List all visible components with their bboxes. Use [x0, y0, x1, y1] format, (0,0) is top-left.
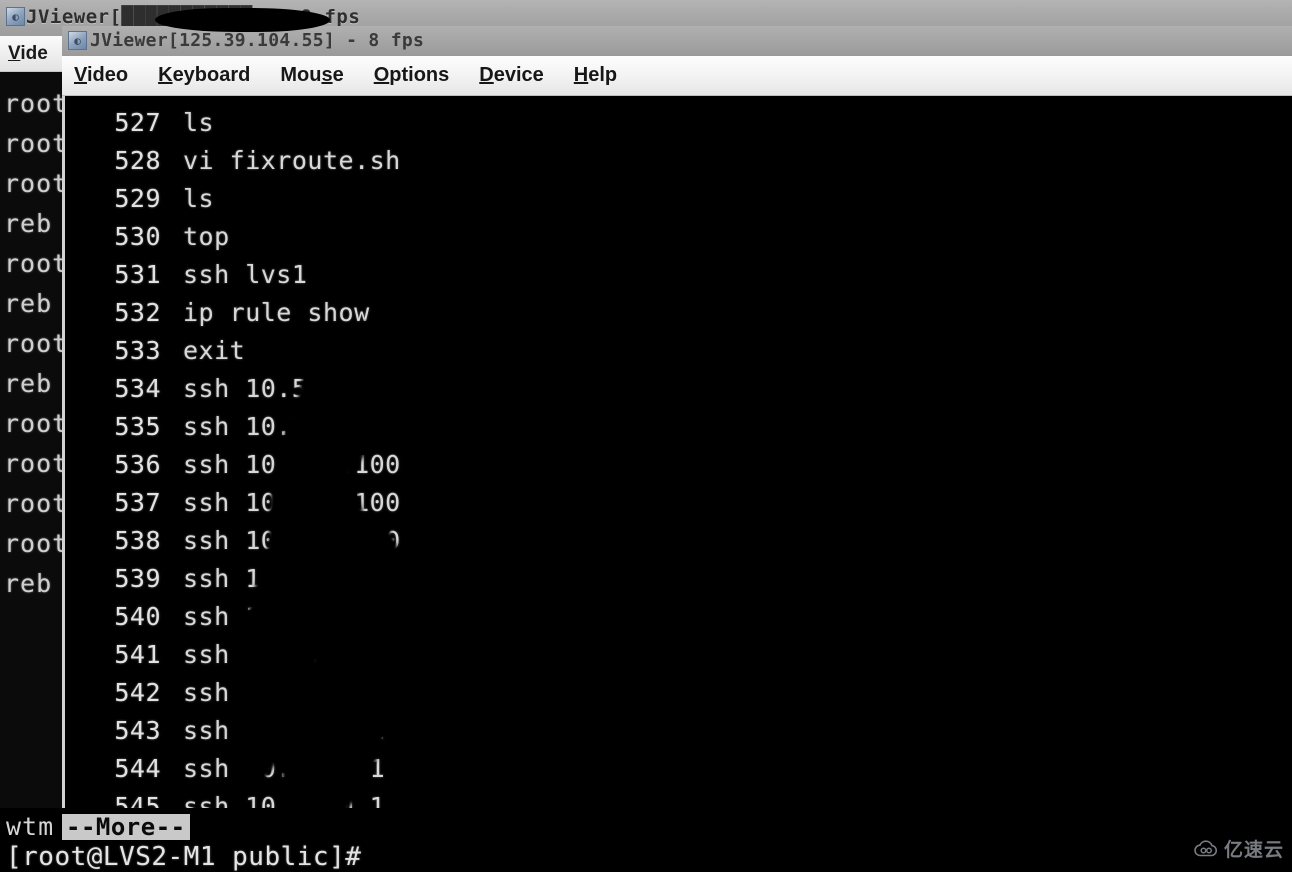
history-number: 540	[114, 602, 161, 631]
history-command: ssh 10.3.4.100	[183, 602, 401, 631]
history-row: 534 ssh 10.5.3.1	[111, 370, 447, 408]
more-pager-marker[interactable]: --More--	[62, 814, 190, 840]
foreground-window-menubar[interactable]: Video Keyboard Mouse Options Device Help	[62, 56, 1292, 96]
history-command: top	[183, 222, 230, 251]
history-number: 533	[114, 336, 161, 365]
menu-item-video[interactable]: Video	[74, 64, 128, 87]
history-command: ssh 10.3.5.30	[183, 640, 386, 669]
history-command: ssh 10.5.4.100	[183, 450, 401, 479]
jviewer-icon-glyph: ◐	[12, 10, 19, 23]
history-row: 535 ssh 10.5.3.2	[111, 408, 447, 446]
history-number: 544	[114, 754, 161, 783]
history-number: 538	[114, 526, 161, 555]
redaction-bar	[155, 8, 330, 32]
history-row: 540 ssh 10.3.4.100	[111, 598, 447, 636]
history-row: 527 ls	[111, 104, 447, 142]
history-row: 532 ip rule show	[111, 294, 447, 332]
history-row: 543 ssh 10.5.30.1	[111, 712, 447, 750]
menu-item-help[interactable]: Help	[574, 64, 617, 87]
history-row: 536 ssh 10.5.4.100	[111, 446, 447, 484]
foreground-terminal: 527 ls 528 vi fixroute.sh 529 ls 530 top 531 ssh …	[62, 96, 1292, 826]
jviewer-icon-glyph: ◐	[74, 34, 81, 47]
history-number: 530	[114, 222, 161, 251]
jviewer-app-icon: ◐	[6, 7, 25, 26]
jviewer-app-icon: ◐	[68, 31, 87, 50]
history-row: 529 ls	[111, 180, 447, 218]
history-command: ssh 10.5.30.1	[183, 716, 386, 745]
menu-item-list: Video Keyboard Mouse Options Device Help	[74, 56, 617, 95]
history-number: 536	[114, 450, 161, 479]
cloud-icon	[1194, 839, 1218, 856]
history-row: 530 top	[111, 218, 447, 256]
history-command: ssh 10.5.3.2	[183, 412, 370, 441]
history-command: ls	[183, 108, 215, 137]
history-number: 529	[114, 184, 161, 213]
history-command: ssh 10.5.4.100	[183, 526, 401, 555]
history-number: 528	[114, 146, 161, 175]
history-number: 534	[114, 374, 161, 403]
menu-item-keyboard[interactable]: Keyboard	[158, 64, 250, 87]
history-command: vi fixroute.sh	[183, 146, 401, 175]
history-command: exit	[183, 336, 246, 365]
command-history-list: 527 ls 528 vi fixroute.sh 529 ls 530 top 531 ssh …	[111, 104, 447, 826]
watermark-text: 亿速云	[1223, 840, 1284, 861]
history-command: ssh 10.5.3.1	[183, 374, 370, 403]
history-row: 541 ssh 10.3.5.30	[111, 636, 447, 674]
history-row: 542 ssh 10.5.5.30	[111, 674, 447, 712]
shell-prompt[interactable]: [root@LVS2-M1 public]#	[6, 842, 361, 872]
history-row: 537 ssh 10.5.4.100	[111, 484, 447, 522]
history-number: 542	[114, 678, 161, 707]
history-row: 538 ssh 10.5.4.100	[111, 522, 447, 560]
wtmp-label: wtm	[6, 812, 55, 841]
history-number: 531	[114, 260, 161, 289]
foreground-jviewer-window: ◐ JViewer[125.39.104.55] - 8 fps Video Ke…	[62, 26, 1292, 826]
history-number: 539	[114, 564, 161, 593]
menu-item-options[interactable]: Options	[374, 64, 450, 87]
history-row: 544 ssh 10.5.30.1	[111, 750, 447, 788]
history-command: ssh 10.5.5.30	[183, 678, 386, 707]
background-menu-item-video[interactable]: Vide	[8, 43, 48, 65]
history-row: 531 ssh lvs1	[111, 256, 447, 294]
history-number: 541	[114, 640, 161, 669]
history-number: 537	[114, 488, 161, 517]
menu-item-device[interactable]: Device	[479, 64, 544, 87]
history-row: 539 ssh 10.2.4.100	[111, 560, 447, 598]
watermark: 亿速云	[1193, 835, 1284, 862]
history-command: ssh 10.5.4.100	[183, 488, 401, 517]
menu-item-mouse[interactable]: Mouse	[280, 64, 343, 87]
history-command: ip rule show	[183, 298, 370, 327]
terminal-bottom-area: wtm --More-- [root@LVS2-M1 public]#	[0, 808, 1292, 872]
history-number: 532	[114, 298, 161, 327]
history-row: 528 vi fixroute.sh	[111, 142, 447, 180]
history-number: 543	[114, 716, 161, 745]
history-command: ls	[183, 184, 215, 213]
history-command: ssh lvs1	[183, 260, 308, 289]
foreground-window-title: JViewer[125.39.104.55] - 8 fps	[90, 30, 425, 51]
history-number: 527	[114, 108, 161, 137]
history-command: ssh 10.5.30.1	[183, 754, 386, 783]
history-number: 535	[114, 412, 161, 441]
history-row: 533 exit	[111, 332, 447, 370]
history-command: ssh 10.2.4.100	[183, 564, 401, 593]
